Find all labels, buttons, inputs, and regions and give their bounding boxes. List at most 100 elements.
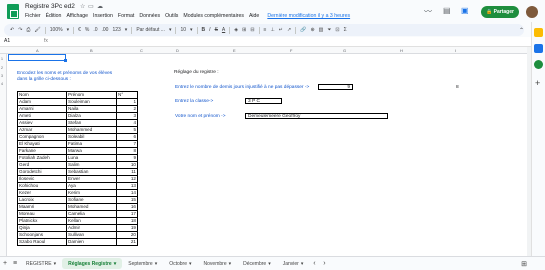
student-first-name-cell[interactable]: Souleiman bbox=[66, 98, 117, 106]
decrease-decimals-button[interactable]: .0 bbox=[93, 27, 97, 33]
sheet-grid[interactable]: A B C D E F G H I 1 2 3 4 Encodez les no… bbox=[0, 47, 527, 256]
student-last-name-cell[interactable]: Amarni bbox=[17, 105, 67, 113]
text-color-button[interactable]: A bbox=[222, 27, 225, 33]
sheet-tab[interactable]: Janvier ▾ bbox=[277, 258, 310, 269]
class-input[interactable]: 3 P C bbox=[245, 98, 282, 104]
student-number-cell[interactable]: 2 bbox=[116, 105, 138, 113]
last-edit-link[interactable]: Dernière modification il y a 3 heures bbox=[267, 13, 350, 19]
student-number-cell[interactable]: 9 bbox=[116, 154, 138, 162]
column-header[interactable]: E bbox=[233, 48, 236, 53]
text-wrap-icon[interactable]: ↵ bbox=[279, 27, 283, 33]
maps-icon[interactable] bbox=[534, 60, 543, 69]
column-header[interactable]: F bbox=[290, 48, 292, 53]
sheet-tab[interactable]: Décembre ▾ bbox=[237, 258, 277, 269]
student-number-cell[interactable]: 21 bbox=[116, 238, 138, 246]
student-first-name-cell[interactable]: Aya bbox=[66, 182, 117, 190]
student-first-name-cell[interactable]: Soleabil bbox=[66, 133, 117, 141]
menu-view[interactable]: Affichage bbox=[66, 13, 88, 19]
student-last-name-cell[interactable]: Azmar bbox=[17, 126, 67, 134]
font-select[interactable]: Par défaut ... bbox=[136, 27, 165, 33]
align-horizontal-icon[interactable]: ≡ bbox=[264, 27, 267, 33]
number-format-select[interactable]: 123 bbox=[112, 27, 120, 33]
currency-format-button[interactable]: € bbox=[78, 27, 81, 33]
student-first-name-cell[interactable]: Marwa bbox=[66, 147, 117, 155]
menu-data[interactable]: Données bbox=[139, 13, 160, 19]
add-on-icon[interactable]: + bbox=[535, 78, 540, 88]
chevron-down-icon[interactable]: ▾ bbox=[190, 27, 193, 33]
teacher-input[interactable]: Demeulemeere Geoffroy bbox=[245, 113, 388, 119]
student-last-name-cell[interactable]: Lacroix bbox=[17, 196, 67, 204]
column-header-cell[interactable]: Nom bbox=[17, 91, 67, 99]
student-first-name-cell[interactable]: Mohamed bbox=[66, 203, 117, 211]
sheet-tab[interactable]: Septembre ▾ bbox=[122, 258, 163, 269]
column-header[interactable]: H bbox=[400, 48, 403, 53]
student-number-cell[interactable]: 18 bbox=[116, 217, 138, 225]
explore-icon[interactable]: ⊞ bbox=[521, 260, 527, 268]
column-header[interactable]: A bbox=[36, 48, 39, 53]
filter-views-icon[interactable]: ⊡ bbox=[335, 27, 339, 33]
row-header[interactable]: 3 bbox=[1, 74, 3, 78]
column-header-cell[interactable]: N° bbox=[116, 91, 138, 99]
menu-insert[interactable]: Insertion bbox=[93, 13, 113, 19]
row-header[interactable]: 2 bbox=[1, 66, 3, 70]
comments-icon[interactable]: ▤ bbox=[443, 6, 451, 15]
chevron-down-icon[interactable]: ▾ bbox=[54, 261, 57, 267]
student-last-name-cell[interactable]: Moreau bbox=[17, 210, 67, 218]
column-header-cell[interactable]: Prénom bbox=[66, 91, 117, 99]
merge-cells-icon[interactable]: ⊟ bbox=[250, 27, 254, 33]
student-last-name-cell[interactable]: Fotoliah Zadeh bbox=[17, 154, 67, 162]
print-icon[interactable]: ⎙ bbox=[26, 27, 30, 33]
student-first-name-cell[interactable]: Admir bbox=[66, 224, 117, 232]
activity-trend-icon[interactable]: 〰 bbox=[424, 6, 432, 17]
undo-icon[interactable]: ↶ bbox=[10, 27, 14, 33]
column-header[interactable]: D bbox=[176, 48, 179, 53]
student-last-name-cell[interactable]: Gorodetchi bbox=[17, 168, 67, 176]
sheet-tab[interactable]: REGISTRE ▾ bbox=[20, 258, 62, 269]
student-number-cell[interactable]: 1 bbox=[116, 98, 138, 106]
move-folder-icon[interactable]: ▭ bbox=[88, 3, 94, 10]
student-number-cell[interactable]: 4 bbox=[116, 119, 138, 127]
borders-icon[interactable]: ⊞ bbox=[242, 27, 246, 33]
column-header[interactable]: G bbox=[343, 48, 346, 53]
menu-edit[interactable]: Édition bbox=[46, 13, 62, 19]
student-first-name-cell[interactable]: Stefan bbox=[66, 119, 117, 127]
student-last-name-cell[interactable]: Ameti bbox=[17, 112, 67, 120]
student-number-cell[interactable]: 16 bbox=[116, 203, 138, 211]
student-first-name-cell[interactable]: Camelia bbox=[66, 210, 117, 218]
avatar[interactable] bbox=[526, 6, 538, 18]
chevron-down-icon[interactable]: ▾ bbox=[268, 261, 271, 267]
menu-help[interactable]: Aide bbox=[249, 13, 259, 19]
sheet-tab[interactable]: Octobre ▾ bbox=[163, 258, 197, 269]
student-last-name-cell[interactable]: Qinja bbox=[17, 224, 67, 232]
redo-icon[interactable]: ↷ bbox=[18, 27, 22, 33]
insert-comment-icon[interactable]: ⊕ bbox=[310, 27, 314, 33]
student-number-cell[interactable]: 19 bbox=[116, 224, 138, 232]
student-number-cell[interactable]: 10 bbox=[116, 161, 138, 169]
student-first-name-cell[interactable]: Kerim bbox=[66, 189, 117, 197]
student-last-name-cell[interactable]: Adam bbox=[17, 98, 67, 106]
student-last-name-cell[interactable]: Szabo Raoul bbox=[17, 238, 67, 246]
insert-chart-icon[interactable]: ▥ bbox=[319, 27, 324, 33]
chevron-down-icon[interactable]: ▾ bbox=[155, 261, 158, 267]
student-first-name-cell[interactable]: Kellan bbox=[66, 217, 117, 225]
insert-link-icon[interactable]: 🔗 bbox=[300, 27, 306, 33]
student-last-name-cell[interactable]: Compagnon bbox=[17, 133, 67, 141]
student-number-cell[interactable]: 7 bbox=[116, 140, 138, 148]
student-number-cell[interactable]: 5 bbox=[116, 126, 138, 134]
student-first-name-cell[interactable]: Dialza bbox=[66, 112, 117, 120]
align-vertical-icon[interactable]: ⊥ bbox=[270, 27, 274, 33]
student-first-name-cell[interactable]: Luna bbox=[66, 154, 117, 162]
column-header[interactable]: B bbox=[90, 48, 93, 53]
column-header[interactable]: I bbox=[455, 48, 456, 53]
student-last-name-cell[interactable]: Schoonjans bbox=[17, 231, 67, 239]
document-title[interactable]: Registre 3Pc ed2 bbox=[25, 3, 75, 10]
all-sheets-icon[interactable]: ≡ bbox=[10, 260, 20, 267]
student-number-cell[interactable]: 15 bbox=[116, 196, 138, 204]
strikethrough-button[interactable]: S bbox=[215, 27, 218, 33]
menu-addons[interactable]: Modules complémentaires bbox=[183, 13, 244, 19]
fill-color-icon[interactable]: ◈ bbox=[234, 27, 238, 33]
chevron-down-icon[interactable]: ▾ bbox=[125, 27, 128, 33]
collapse-toolbar-icon[interactable]: ⌃ bbox=[519, 27, 524, 34]
student-number-cell[interactable]: 3 bbox=[116, 112, 138, 120]
row-header[interactable]: 4 bbox=[1, 82, 3, 86]
